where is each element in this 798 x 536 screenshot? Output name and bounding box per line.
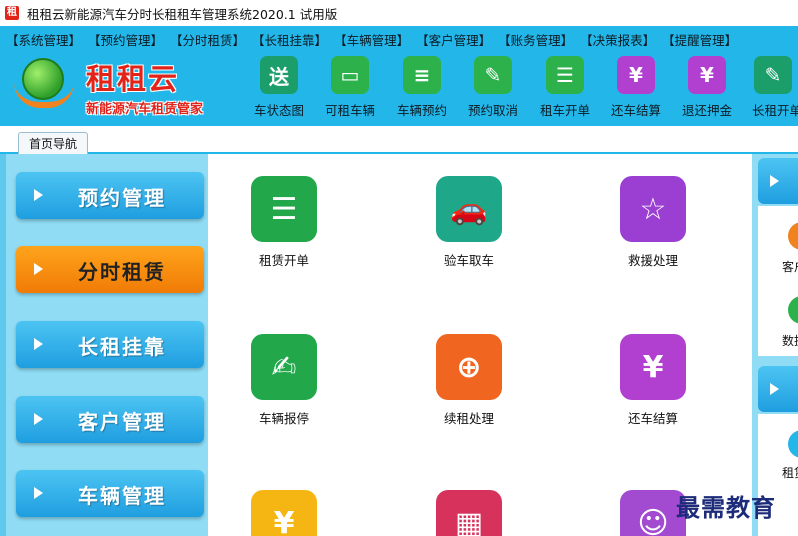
app-window: 租 租租云新能源汽车分时长租租车管理系统2020.1 试用版 【系统管理】 【预… (0, 0, 798, 536)
toolbar-label: 车辆预约 (396, 103, 447, 118)
document-icon: ≡ (403, 56, 441, 94)
toolbar-available-vehicles-button[interactable]: ▭ 可租车辆 (315, 56, 385, 122)
toolbar-rental-order-button[interactable]: ☰ 租车开单 (530, 56, 600, 122)
tile-calculator[interactable]: ▦ (414, 490, 524, 536)
toolbar-long-term-order-button[interactable]: ✎ 长租开单 (740, 56, 798, 122)
tile-renewal-handling[interactable]: ⊕ 续租处理 (414, 334, 524, 427)
toolbar-label: 长租开单 (752, 103, 798, 118)
right-panel-label: 数据 (782, 334, 798, 348)
play-arrow-icon (34, 338, 43, 350)
yen-receipt-icon: ¥ (620, 334, 686, 400)
menu-reminders[interactable]: 【提醒管理】 (662, 30, 737, 49)
nav-vehicle-management[interactable]: 车辆管理 (16, 470, 204, 517)
menu-accounts[interactable]: 【账务管理】 (498, 30, 573, 49)
play-arrow-icon (34, 263, 43, 275)
menu-vehicle[interactable]: 【车辆管理】 (334, 30, 409, 49)
right-panel-header-1[interactable] (758, 158, 798, 204)
app-logo-icon: 租 (5, 6, 19, 20)
play-arrow-icon (34, 413, 43, 425)
toolbar-vehicle-booking-button[interactable]: ≡ 车辆预约 (387, 56, 457, 122)
tile-label: 还车结算 (627, 411, 678, 426)
toolbar-cancel-booking-button[interactable]: ✎ 预约取消 (458, 56, 528, 122)
cart-list-icon: ☰ (251, 176, 317, 242)
right-panel: 客户 数据 租赁 (752, 154, 798, 536)
star-icon: ☆ (620, 176, 686, 242)
title-bar: 租 租租云新能源汽车分时长租租车管理系统2020.1 试用版 (0, 0, 798, 26)
brand-logo: 租租云 新能源汽车租赁管家 (14, 54, 234, 122)
tile-inspect-pickup[interactable]: 🚗 验车取车 (414, 176, 524, 269)
toolbar-label: 还车结算 (610, 103, 661, 118)
cart-list-icon: ☰ (546, 56, 584, 94)
tile-label: 续租处理 (443, 411, 494, 426)
right-panel-header-2[interactable] (758, 366, 798, 412)
play-arrow-icon (34, 487, 43, 499)
right-panel-section-1: 客户 数据 (758, 206, 798, 356)
globe-icon (22, 58, 64, 100)
nav-customer-management[interactable]: 客户管理 (16, 396, 204, 443)
tile-label: 租赁开单 (258, 253, 309, 268)
toolbar-vehicle-status-button[interactable]: 送 车状态图 (244, 56, 314, 122)
menu-reports[interactable]: 【决策报表】 (580, 30, 655, 49)
main-area: 预约管理 分时租赁 长租挂靠 客户管理 车辆管理 ☰ 租赁开单 🚗 验车取车 ☆… (0, 154, 798, 536)
toolbar-label: 预约取消 (467, 103, 518, 118)
yen-coin-icon: ¥ (251, 490, 317, 536)
yen-receipt-icon: ¥ (617, 56, 655, 94)
left-nav: 预约管理 分时租赁 长租挂靠 客户管理 车辆管理 (6, 154, 208, 536)
play-arrow-icon (770, 175, 779, 187)
menu-hourly-rental[interactable]: 【分时租赁】 (170, 30, 245, 49)
tile-payment[interactable]: ¥ (229, 490, 339, 536)
nav-long-term-lease[interactable]: 长租挂靠 (16, 321, 204, 368)
edit-pen-icon: ✍ (251, 334, 317, 400)
toolbar-refund-deposit-button[interactable]: ¥ 退还押金 (672, 56, 742, 122)
play-arrow-icon (34, 189, 43, 201)
note-icon: ✎ (754, 56, 792, 94)
play-arrow-icon (770, 383, 779, 395)
menu-system[interactable]: 【系统管理】 (6, 30, 81, 49)
car-check-icon: 🚗 (436, 176, 502, 242)
renew-icon: ⊕ (436, 334, 502, 400)
nav-label: 车辆管理 (78, 484, 166, 508)
customer-icon[interactable] (788, 222, 798, 250)
watermark: 最需教育 (676, 493, 776, 522)
brand-slogan: 新能源汽车租赁管家 (86, 102, 204, 117)
delivery-truck-icon: 送 (260, 56, 298, 94)
tile-vehicle-suspension[interactable]: ✍ 车辆报停 (229, 334, 339, 427)
toolbar-label: 租车开单 (539, 103, 590, 118)
edit-icon: ✎ (474, 56, 512, 94)
brand-name: 租租云 (86, 62, 180, 96)
yen-return-icon: ¥ (688, 56, 726, 94)
right-panel-label: 客户 (782, 260, 798, 274)
tile-rescue-handling[interactable]: ☆ 救援处理 (598, 176, 708, 269)
menu-booking[interactable]: 【预约管理】 (88, 30, 163, 49)
folder-icon: ▭ (331, 56, 369, 94)
tile-rental-order[interactable]: ☰ 租赁开单 (229, 176, 339, 269)
menu-long-term[interactable]: 【长租挂靠】 (252, 30, 327, 49)
tile-label: 验车取车 (443, 253, 494, 268)
window-title: 租租云新能源汽车分时长租租车管理系统2020.1 试用版 (27, 6, 338, 22)
toolbar-label: 退还押金 (681, 103, 732, 118)
nav-label: 长租挂靠 (78, 335, 166, 359)
nav-hourly-rental[interactable]: 分时租赁 (16, 246, 204, 293)
nav-label: 客户管理 (78, 410, 166, 434)
function-grid: ☰ 租赁开单 🚗 验车取车 ☆ 救援处理 ✍ 车辆报停 ⊕ 续租处理 ¥ 还车结… (208, 154, 752, 536)
tab-strip: 首页导航 (0, 126, 798, 154)
nav-booking-management[interactable]: 预约管理 (16, 172, 204, 219)
tile-label: 车辆报停 (258, 411, 309, 426)
tab-home-navigation[interactable]: 首页导航 (18, 132, 89, 154)
calculator-icon: ▦ (436, 490, 502, 536)
toolbar-return-settlement-button[interactable]: ¥ 还车结算 (601, 56, 671, 122)
nav-label: 预约管理 (78, 186, 166, 210)
toolbar-label: 可租车辆 (324, 103, 375, 118)
tile-return-settlement[interactable]: ¥ 还车结算 (598, 334, 708, 427)
toolbar-label: 车状态图 (253, 103, 304, 118)
nav-label: 分时租赁 (78, 260, 166, 284)
right-panel-label: 租赁 (782, 466, 798, 480)
menu-customer[interactable]: 【客户管理】 (416, 30, 491, 49)
menu-bar: 【系统管理】 【预约管理】 【分时租赁】 【长租挂靠】 【车辆管理】 【客户管理… (0, 26, 798, 52)
header-toolbar: 租租云 新能源汽车租赁管家 送 车状态图 ▭ 可租车辆 ≡ 车辆预约 ✎ 预约取… (0, 52, 798, 126)
data-icon[interactable] (788, 296, 798, 324)
lease-icon[interactable] (788, 430, 798, 458)
tile-label: 救援处理 (627, 253, 678, 268)
